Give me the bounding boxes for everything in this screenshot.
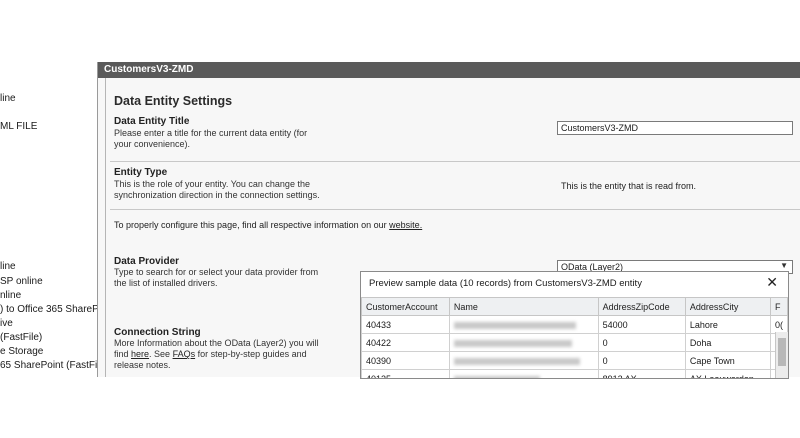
cell-addresscity: AX Leeuwarden bbox=[684, 369, 771, 378]
entity-title-value: CustomersV3-ZMD bbox=[561, 123, 639, 133]
grid-header-row: CustomerAccount Name AddressZipCode Addr… bbox=[361, 297, 788, 316]
entity-title-label: Data Entity Title bbox=[114, 116, 190, 127]
column-header-name[interactable]: Name bbox=[448, 297, 599, 316]
entity-type-label: Entity Type bbox=[114, 167, 168, 178]
scrollbar-thumb[interactable] bbox=[778, 338, 786, 366]
cell-customeraccount: 40390 bbox=[361, 351, 450, 370]
connection-desc-text: for step-by-step guides and bbox=[197, 349, 307, 359]
redacted-name bbox=[453, 321, 576, 329]
divider bbox=[110, 161, 800, 162]
entity-type-value: This is the entity that is read from. bbox=[561, 181, 697, 191]
preview-sample-data-popup: Preview sample data (10 records) from Cu… bbox=[360, 271, 789, 379]
chevron-down-icon[interactable]: ▼ bbox=[780, 261, 788, 270]
entity-type-description: This is the role of your entity. You can… bbox=[114, 179, 320, 200]
connection-desc-text: . See bbox=[149, 349, 171, 359]
cell-addresszipcode: 54000 bbox=[597, 315, 686, 334]
table-row[interactable]: 40422 0 Doha 0( bbox=[361, 333, 788, 352]
vertical-scrollbar[interactable] bbox=[775, 332, 788, 378]
preview-title: Preview sample data (10 records) from Cu… bbox=[369, 278, 642, 289]
section-heading: Data Entity Settings bbox=[114, 94, 233, 108]
redacted-name bbox=[453, 357, 580, 365]
preview-data-grid: CustomerAccount Name AddressZipCode Addr… bbox=[361, 297, 788, 378]
redacted-name bbox=[453, 339, 572, 347]
cell-name-redacted bbox=[448, 369, 599, 378]
tree-item[interactable]: line bbox=[0, 93, 16, 104]
column-header-customeraccount[interactable]: CustomerAccount bbox=[361, 297, 450, 316]
divider bbox=[110, 209, 800, 210]
tree-item[interactable]: SP online bbox=[0, 276, 43, 287]
connection-desc-line1: More Information about the OData (Layer2… bbox=[114, 338, 319, 348]
cell-customeraccount: 40125 bbox=[361, 369, 450, 378]
tree-item[interactable]: ive bbox=[0, 318, 13, 329]
entity-title-description: Please enter a title for the current dat… bbox=[114, 128, 308, 149]
cell-name-redacted bbox=[448, 351, 599, 370]
cell-customeraccount: 40422 bbox=[361, 333, 450, 352]
close-icon[interactable]: ✕ bbox=[766, 274, 778, 291]
connection-string-description: More Information about the OData (Layer2… bbox=[114, 338, 329, 371]
data-provider-description: Type to search for or select your data p… bbox=[114, 267, 319, 288]
entity-title-input[interactable]: CustomersV3-ZMD bbox=[557, 121, 793, 135]
cell-f: 0( bbox=[769, 315, 788, 334]
cell-addresscity: Doha bbox=[684, 333, 771, 352]
connection-desc-line3: release notes. bbox=[114, 360, 171, 370]
cell-customeraccount: 40433 bbox=[361, 315, 450, 334]
table-row[interactable]: 40390 0 Cape Town 0( bbox=[361, 351, 788, 370]
tree-item[interactable]: 65 SharePoint (FastFile) bbox=[0, 360, 97, 371]
table-row[interactable]: 40433 54000 Lahore 0( bbox=[361, 315, 788, 334]
configure-note: To properly configure this page, find al… bbox=[114, 220, 422, 230]
connection-string-label: Connection String bbox=[114, 327, 201, 338]
cell-name-redacted bbox=[448, 315, 599, 334]
cell-addresszipcode: 0 bbox=[597, 351, 686, 370]
column-header-f[interactable]: F bbox=[769, 297, 788, 316]
connection-desc-text: find bbox=[114, 349, 129, 359]
column-header-addresszipcode[interactable]: AddressZipCode bbox=[597, 297, 686, 316]
here-link[interactable]: here bbox=[131, 349, 149, 359]
tree-item[interactable]: nline bbox=[0, 290, 21, 301]
panel-titlebar: CustomersV3-ZMD bbox=[98, 62, 800, 78]
faqs-link[interactable]: FAQs bbox=[173, 349, 196, 359]
tree-item[interactable]: e Storage bbox=[0, 346, 43, 357]
tree-item[interactable]: line bbox=[0, 261, 16, 272]
column-header-addresscity[interactable]: AddressCity bbox=[684, 297, 771, 316]
cell-addresszipcode: 8912 AX bbox=[597, 369, 686, 378]
left-navigation-tree: line ML FILE line SP online nline ) to O… bbox=[0, 62, 97, 377]
tree-item[interactable]: ML FILE bbox=[0, 121, 37, 132]
configure-text: To properly configure this page, find al… bbox=[114, 220, 387, 230]
cell-addresscity: Lahore bbox=[684, 315, 771, 334]
cell-name-redacted bbox=[448, 333, 599, 352]
tree-item[interactable]: (FastFile) bbox=[0, 332, 42, 343]
website-link[interactable]: website. bbox=[389, 220, 422, 230]
data-provider-label: Data Provider bbox=[114, 256, 180, 267]
table-row[interactable]: 40125 8912 AX AX Leeuwarden 0( bbox=[361, 369, 788, 378]
connection-desc-line2: find here. See FAQs for step-by-step gui… bbox=[114, 349, 329, 360]
panel-title: CustomersV3-ZMD bbox=[104, 64, 194, 75]
cell-addresszipcode: 0 bbox=[597, 333, 686, 352]
cell-addresscity: Cape Town bbox=[684, 351, 771, 370]
tree-item[interactable]: ) to Office 365 SharePo bbox=[0, 304, 97, 315]
redacted-name bbox=[453, 375, 540, 378]
